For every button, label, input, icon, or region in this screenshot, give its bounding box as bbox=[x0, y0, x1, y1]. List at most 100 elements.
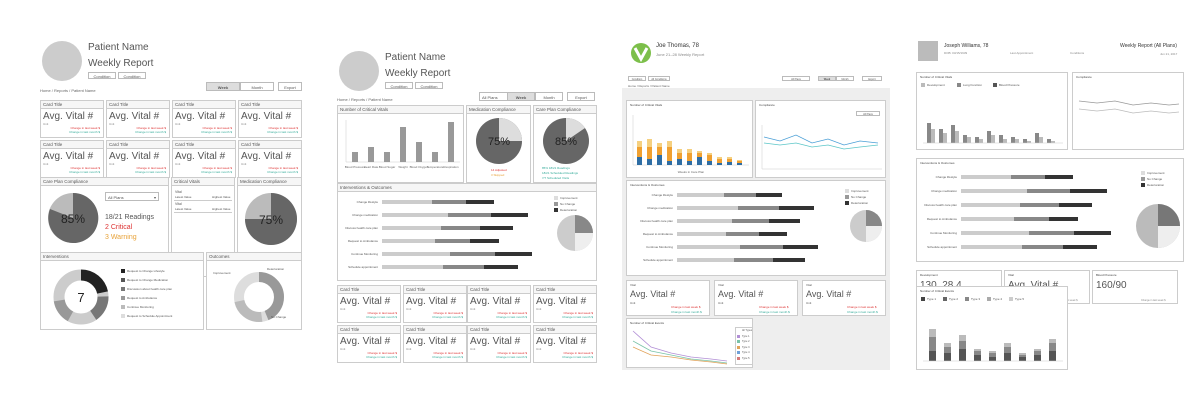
week-toggle[interactable]: Week bbox=[206, 82, 240, 91]
io-bar-segment bbox=[677, 206, 739, 210]
critical-events-card: Number of Critical Events All Types Type … bbox=[626, 318, 753, 368]
wireframe-v2: Patient Name Weekly Report Condition Con… bbox=[337, 30, 597, 370]
io-row-label: Continue Monitoring bbox=[930, 231, 957, 235]
bar bbox=[1051, 141, 1055, 143]
io-bar-segment bbox=[382, 265, 444, 269]
all-plans-select[interactable]: All Plans ▾ bbox=[105, 192, 159, 201]
export-button[interactable]: Export bbox=[567, 92, 595, 101]
bar-segment bbox=[929, 337, 936, 351]
month-toggle[interactable]: Month bbox=[240, 82, 274, 91]
bar-segment bbox=[717, 157, 722, 159]
bar-segment bbox=[1034, 351, 1041, 355]
bar-label: Blood Sugar bbox=[379, 165, 396, 169]
legend-label: No Change bbox=[560, 202, 576, 206]
outcomes-pie bbox=[557, 215, 593, 251]
bar-segment bbox=[1049, 351, 1056, 361]
month-toggle[interactable]: Month bbox=[535, 92, 563, 101]
type-option[interactable]: Type 4 bbox=[737, 351, 750, 354]
type-label: All Types bbox=[742, 329, 753, 333]
card-title: Number of Critical Events bbox=[920, 289, 955, 293]
type-swatch bbox=[737, 340, 740, 343]
condition-button-2[interactable]: Condition bbox=[415, 82, 443, 89]
legend-label: Blood Pressure bbox=[999, 83, 1020, 87]
vital-card: Vital Avg. Vital # Unit Change in last week… bbox=[802, 280, 886, 316]
legend-label: Request to Schedule Appointment bbox=[127, 314, 173, 318]
bar-segment bbox=[944, 343, 951, 347]
hifi-v4: Joseph Williams, 78 DOB: 03/15/1939 Last… bbox=[914, 30, 1186, 370]
condition-button-2[interactable]: Condition bbox=[118, 72, 146, 79]
bar-segment bbox=[637, 157, 642, 165]
card-title: Number of Critical Vitals bbox=[338, 106, 463, 114]
legend-label: No Change bbox=[851, 195, 867, 199]
avg-vital: Avg. Vital # bbox=[43, 151, 94, 162]
condition-button-1[interactable]: Condition bbox=[385, 82, 413, 89]
legend-label: Improvement bbox=[1147, 171, 1165, 175]
card-title: Card Title bbox=[338, 286, 400, 294]
bar-segment bbox=[737, 161, 742, 163]
week-toggle-visible[interactable]: Week bbox=[507, 92, 535, 101]
bar-segment bbox=[1004, 347, 1011, 353]
bar-segment bbox=[687, 149, 692, 153]
critical-vitals-bar-chart: Blood PressureHeart Rate Blood Sugar Weigh… bbox=[345, 120, 460, 169]
bar bbox=[943, 133, 947, 143]
avg-vital: Avg. Vital # bbox=[340, 336, 391, 347]
legend-swatch bbox=[965, 297, 969, 302]
bar bbox=[368, 147, 374, 162]
legend-label: Type 3 bbox=[971, 297, 981, 301]
io-row-label: Discuss health care plan bbox=[345, 226, 378, 230]
condition-button-1[interactable]: Condition bbox=[88, 72, 116, 79]
type-option[interactable]: Type 1 bbox=[737, 334, 750, 338]
bar-segment bbox=[1019, 353, 1026, 355]
io-row-label: Continue Monitoring bbox=[646, 245, 673, 249]
bar-label: Heart Rate bbox=[364, 165, 379, 169]
bar bbox=[979, 139, 983, 143]
legend-label: Deterioration bbox=[851, 201, 869, 205]
legend-label: Request to Change Lifestyle bbox=[127, 269, 165, 273]
all-plans-select[interactable]: All Plans bbox=[782, 76, 810, 81]
month-toggle[interactable]: Month bbox=[836, 76, 854, 81]
export-button[interactable]: Export bbox=[862, 76, 882, 81]
type-option[interactable]: All Types bbox=[737, 329, 752, 332]
type-option[interactable]: Type 3 bbox=[737, 345, 750, 349]
outcomes-pie bbox=[1136, 204, 1180, 248]
card-title: Number of Critical Vitals bbox=[630, 103, 663, 107]
bar bbox=[432, 152, 438, 162]
vital-card: Card Title Avg. Vital # Unit Change in last… bbox=[40, 100, 104, 138]
bar-segment bbox=[974, 349, 981, 351]
type-option[interactable]: Type 2 bbox=[737, 340, 750, 343]
all-plans-select[interactable]: All Plans bbox=[856, 111, 880, 116]
bar-segment bbox=[1049, 343, 1056, 351]
legend-swatch bbox=[921, 83, 925, 88]
interventions-outcomes-card: Interventions & Outcomes Change lifestyl… bbox=[337, 183, 597, 281]
critical-vitals-stacked-bars: Weeks in Care Plan bbox=[632, 115, 749, 174]
avg-vital: Avg. Vital # bbox=[536, 296, 587, 307]
interventions-donut: 7 bbox=[53, 269, 109, 325]
io-bar-segment bbox=[961, 245, 1023, 249]
type-option[interactable]: Type 5 bbox=[737, 356, 750, 360]
type-swatch bbox=[737, 329, 740, 332]
legend-swatch bbox=[1141, 183, 1145, 188]
card-title: Card Title bbox=[468, 326, 530, 334]
vital-card: Card Title Avg. Vital # Unit Change in last… bbox=[533, 325, 597, 363]
vital-card: Card Title Avg. Vital # Unit Change in last… bbox=[467, 285, 531, 323]
condition-button[interactable]: Condition bbox=[628, 76, 646, 81]
all-conditions-button[interactable]: All Conditions bbox=[648, 76, 670, 81]
io-bar-segment bbox=[1013, 217, 1049, 221]
patient-name: Patient Name bbox=[88, 42, 149, 53]
io-bar-segment bbox=[779, 206, 814, 210]
unit-label: Unit bbox=[630, 301, 636, 305]
legend-item: Deterioration bbox=[554, 208, 577, 213]
vital-card: Card Title Avg. Vital # Unit Change in last… bbox=[172, 140, 236, 178]
card-title: Card Title bbox=[41, 101, 103, 109]
bar-segment bbox=[717, 163, 722, 165]
export-button[interactable]: Export bbox=[278, 82, 302, 91]
legend-swatch bbox=[121, 278, 125, 283]
outcome-label-nochange: No Change bbox=[271, 315, 287, 319]
bar-segment bbox=[707, 161, 712, 165]
bar-segment bbox=[944, 347, 951, 353]
bar-segment bbox=[647, 147, 652, 159]
change-month: Change in last month $ bbox=[496, 315, 527, 319]
legend-swatch bbox=[1141, 177, 1145, 182]
legend-item: Request to Change Medication bbox=[121, 278, 168, 283]
week-toggle[interactable]: Week bbox=[818, 76, 836, 81]
